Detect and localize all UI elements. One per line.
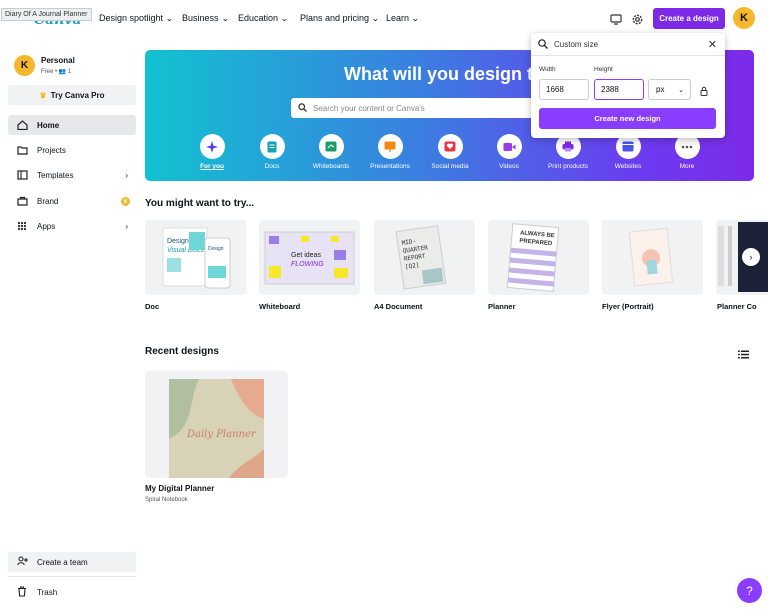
card-doc[interactable]: Design Visual Docs Design bbox=[145, 220, 246, 295]
section-title-recent: Recent designs bbox=[145, 346, 219, 357]
card-label: Planner Co bbox=[717, 302, 757, 311]
category-for-you[interactable]: For you bbox=[182, 134, 242, 170]
chevron-down-icon: ⌄ bbox=[280, 13, 289, 23]
chevron-right-icon: › bbox=[125, 170, 128, 180]
recent-design-type: Spiral Notebook bbox=[145, 497, 188, 503]
team-icon bbox=[17, 556, 29, 568]
divider bbox=[8, 576, 136, 577]
recent-design-title[interactable]: My Digital Planner bbox=[145, 484, 214, 493]
doc-thumbnail: Design Visual Docs Design bbox=[162, 227, 231, 289]
category-websites[interactable]: Websites bbox=[598, 134, 658, 170]
unit-select[interactable]: px ⌄ bbox=[648, 79, 691, 100]
sidebar-item-brand[interactable]: Brand ♛ bbox=[8, 191, 136, 211]
card-flyer-portrait[interactable] bbox=[602, 220, 703, 295]
scroll-right-button[interactable]: › bbox=[742, 248, 760, 266]
svg-text:FLOWING: FLOWING bbox=[291, 261, 324, 268]
svg-text:Design: Design bbox=[208, 246, 224, 252]
hero-search-input[interactable]: Search your content or Canva's bbox=[291, 98, 551, 118]
create-design-button[interactable]: Create a design bbox=[653, 8, 725, 29]
chevron-right-icon: › bbox=[749, 252, 753, 262]
account-name[interactable]: Personal bbox=[41, 56, 75, 65]
width-field[interactable]: 1668 bbox=[539, 79, 589, 100]
tab-tooltip: Diary Of A Journal Planner bbox=[1, 8, 92, 21]
apps-icon bbox=[17, 221, 29, 231]
card-planner[interactable]: ALWAYS BE PREPARED bbox=[488, 220, 589, 295]
nav-learn[interactable]: Learn ⌄ bbox=[386, 13, 419, 23]
card-whiteboard[interactable]: Get ideas FLOWING bbox=[259, 220, 360, 295]
height-field[interactable]: 2388 bbox=[594, 79, 644, 100]
whiteboard-icon bbox=[318, 134, 344, 159]
custom-size-panel: Custom size ✕ Width Height 1668 2388 px … bbox=[531, 33, 725, 138]
category-presentations[interactable]: Presentations bbox=[360, 134, 420, 170]
planner-thumbnail: ALWAYS BE PREPARED bbox=[506, 223, 560, 292]
create-team-button[interactable]: Create a team bbox=[8, 552, 136, 572]
chevron-down-icon: ⌄ bbox=[371, 13, 380, 23]
width-label: Width bbox=[539, 66, 556, 73]
sidebar-item-apps[interactable]: Apps › bbox=[8, 216, 136, 236]
folder-icon bbox=[17, 145, 29, 155]
card-label: Flyer (Portrait) bbox=[602, 302, 654, 311]
chevron-right-icon: › bbox=[125, 221, 128, 231]
gear-icon[interactable] bbox=[629, 11, 645, 27]
category-whiteboards[interactable]: Whiteboards bbox=[301, 134, 361, 170]
card-label: A4 Document bbox=[374, 302, 423, 311]
chevron-down-icon: ⌄ bbox=[411, 13, 420, 23]
svg-text:Daily Planner: Daily Planner bbox=[186, 429, 257, 440]
account-plan: Free • 👥 1 bbox=[41, 69, 72, 75]
help-button[interactable]: ? bbox=[737, 578, 762, 603]
close-icon[interactable]: ✕ bbox=[708, 38, 717, 51]
custom-size-search[interactable]: Custom size ✕ bbox=[531, 33, 725, 56]
search-icon bbox=[298, 102, 307, 114]
nav-education[interactable]: Education ⌄ bbox=[238, 13, 288, 23]
try-canva-pro-button[interactable]: ♛ Try Canva Pro bbox=[8, 85, 136, 105]
sparkle-icon bbox=[199, 134, 225, 159]
create-new-design-button[interactable]: Create new design bbox=[539, 108, 716, 129]
nav-plans-and-pricing[interactable]: Plans and pricing ⌄ bbox=[300, 13, 379, 23]
video-icon bbox=[496, 134, 522, 159]
docs-icon bbox=[259, 134, 285, 159]
category-print-products[interactable]: Print products bbox=[538, 134, 598, 170]
card-label: Doc bbox=[145, 302, 160, 311]
sidebar-item-home[interactable]: Home bbox=[8, 115, 136, 135]
svg-text:Get ideas: Get ideas bbox=[291, 252, 321, 259]
sidebar: K Personal Free • 👥 1 ♛ Try Canva Pro Ho… bbox=[0, 38, 140, 610]
sidebar-item-templates[interactable]: Templates › bbox=[8, 165, 136, 185]
category-docs[interactable]: Docs bbox=[242, 134, 302, 170]
list-view-icon[interactable] bbox=[738, 346, 749, 364]
height-label: Height bbox=[594, 66, 613, 73]
crown-icon: ♛ bbox=[39, 90, 47, 100]
nav-design-spotlight[interactable]: Design spotlight ⌄ bbox=[99, 13, 173, 23]
category-videos[interactable]: Videos bbox=[479, 134, 539, 170]
sidebar-item-trash[interactable]: Trash bbox=[8, 582, 136, 602]
a4-document-thumbnail: MID- QUARTER REPORT [Q2] bbox=[395, 225, 447, 290]
chevron-down-icon: ⌄ bbox=[678, 86, 684, 94]
category-social-media[interactable]: Social media bbox=[420, 134, 480, 170]
presentation-icon bbox=[377, 134, 403, 159]
recent-design-thumbnail: Daily Planner bbox=[169, 379, 264, 478]
avatar[interactable]: K bbox=[733, 7, 755, 29]
monitor-icon[interactable] bbox=[608, 11, 624, 27]
chevron-down-icon: ⌄ bbox=[220, 13, 229, 23]
svg-text:Design: Design bbox=[167, 238, 189, 245]
home-icon bbox=[17, 120, 29, 130]
flyer-thumbnail bbox=[628, 227, 674, 287]
search-icon bbox=[538, 39, 548, 49]
sidebar-item-projects[interactable]: Projects bbox=[8, 140, 136, 160]
category-more[interactable]: More bbox=[657, 134, 717, 170]
card-label: Planner bbox=[488, 302, 516, 311]
heart-icon bbox=[437, 134, 463, 159]
card-a4-document[interactable]: MID- QUARTER REPORT [Q2] bbox=[374, 220, 475, 295]
section-title-try: You might want to try... bbox=[145, 198, 255, 209]
recent-design-card[interactable]: Daily Planner bbox=[145, 371, 288, 478]
crown-badge-icon: ♛ bbox=[121, 196, 130, 206]
lock-icon[interactable] bbox=[700, 83, 708, 101]
whiteboard-thumbnail: Get ideas FLOWING bbox=[264, 231, 355, 285]
account-avatar[interactable]: K bbox=[14, 55, 35, 76]
nav-business[interactable]: Business ⌄ bbox=[182, 13, 229, 23]
trash-icon bbox=[17, 585, 29, 599]
card-label: Whiteboard bbox=[259, 302, 301, 311]
templates-icon bbox=[17, 170, 29, 180]
brand-icon bbox=[17, 196, 29, 206]
chevron-down-icon: ⌄ bbox=[165, 13, 174, 23]
